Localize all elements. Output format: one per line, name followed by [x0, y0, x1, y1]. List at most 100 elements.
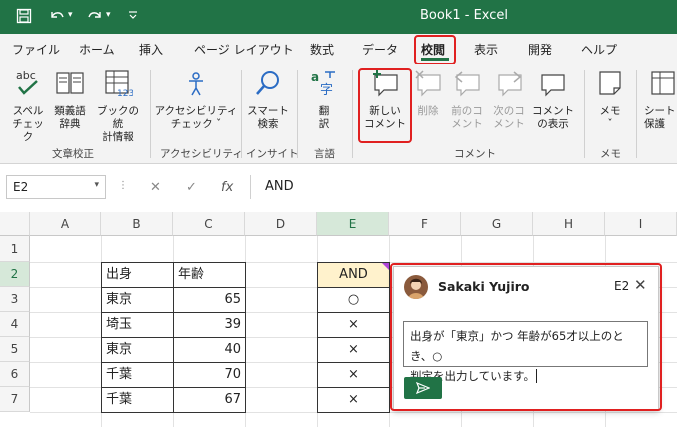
- tab-page-layout[interactable]: ページ レイアウト: [194, 41, 294, 58]
- enter-icon[interactable]: ✓: [186, 180, 197, 195]
- row-header[interactable]: 1: [0, 236, 30, 262]
- column-header[interactable]: I: [605, 212, 677, 236]
- svg-text:abc: abc: [16, 69, 36, 82]
- ribbon-tabs: ファイル ホーム 挿入 ページ レイアウト 数式 データ 校閲 表示 開発 ヘル…: [0, 34, 677, 64]
- cancel-icon[interactable]: ✕: [150, 180, 161, 195]
- notes-button[interactable]: メモ ˇ: [592, 68, 628, 131]
- accessibility-icon: [154, 68, 238, 102]
- name-box-dropdown-icon[interactable]: ▾: [94, 180, 99, 190]
- translate-label-1: 翻: [318, 105, 330, 117]
- selected-cell-e2[interactable]: AND: [317, 262, 390, 288]
- judge-cell[interactable]: ×: [317, 337, 390, 363]
- tab-data[interactable]: データ: [362, 41, 398, 58]
- select-all-corner[interactable]: [0, 212, 30, 236]
- group-label-accessibility: アクセシビリティ: [160, 148, 243, 160]
- table-cell-age[interactable]: 40: [173, 337, 246, 363]
- delete-comment-button[interactable]: 削除: [410, 68, 446, 118]
- tab-formulas[interactable]: 数式: [310, 41, 334, 58]
- column-header[interactable]: B: [101, 212, 173, 236]
- insert-function-icon[interactable]: fx: [221, 180, 233, 195]
- previous-comment-button[interactable]: 前のコ メント: [448, 68, 486, 131]
- next-comment-label-2: メント: [493, 118, 525, 130]
- row-header[interactable]: 5: [0, 337, 30, 362]
- table-cell-age[interactable]: 39: [173, 312, 246, 338]
- formula-input[interactable]: AND: [250, 175, 677, 199]
- judge-cell[interactable]: ×: [317, 362, 390, 388]
- row-header[interactable]: 4: [0, 312, 30, 337]
- table-cell-age[interactable]: 65: [173, 287, 246, 313]
- svg-text:字: 字: [320, 83, 333, 98]
- row-header[interactable]: 3: [0, 287, 30, 312]
- next-comment-icon: [490, 68, 528, 102]
- group-label-notes: メモ: [600, 148, 621, 160]
- accessibility-check-button[interactable]: アクセシビリティ チェック ˇ: [154, 68, 238, 131]
- ribbon-separator: [636, 70, 637, 158]
- delete-comment-icon: [410, 68, 446, 102]
- thesaurus-label-1: 類義語: [54, 105, 86, 117]
- tab-view[interactable]: 表示: [474, 41, 498, 58]
- table-cell-origin[interactable]: 東京: [101, 287, 174, 313]
- protect-sheet-button[interactable]: シート 保護: [644, 68, 677, 131]
- column-header[interactable]: G: [461, 212, 533, 236]
- redo-icon[interactable]: [86, 8, 104, 28]
- protect-sheet-label-2: 保護: [644, 118, 665, 130]
- thesaurus-button[interactable]: 類義語 辞典: [50, 68, 90, 131]
- column-header[interactable]: H: [533, 212, 605, 236]
- workbook-statistics-button[interactable]: 123 ブックの統 計情報: [92, 68, 144, 144]
- name-box-value: E2: [13, 180, 29, 194]
- column-header[interactable]: A: [30, 212, 101, 236]
- next-comment-label-1: 次のコ: [493, 105, 525, 117]
- column-header[interactable]: D: [245, 212, 317, 236]
- column-header[interactable]: E: [317, 212, 389, 236]
- table-cell-origin[interactable]: 千葉: [101, 362, 174, 388]
- ribbon-separator: [150, 70, 151, 158]
- ribbon-separator: [352, 70, 353, 158]
- table-cell-origin[interactable]: 千葉: [101, 387, 174, 413]
- comment-indicator-icon: [382, 263, 389, 270]
- tab-home[interactable]: ホーム: [79, 41, 115, 58]
- judge-cell[interactable]: ×: [317, 312, 390, 338]
- name-box[interactable]: E2 ▾: [6, 175, 106, 199]
- column-header[interactable]: C: [173, 212, 245, 236]
- workbook-statistics-icon: 123: [92, 68, 144, 102]
- table-header-age[interactable]: 年齢: [173, 262, 246, 288]
- delete-comment-label: 削除: [417, 105, 439, 117]
- column-header[interactable]: F: [389, 212, 461, 236]
- save-icon[interactable]: [16, 8, 32, 28]
- table-header-origin[interactable]: 出身: [101, 262, 174, 288]
- show-comments-icon: [530, 68, 576, 102]
- tab-insert[interactable]: 挿入: [139, 41, 163, 58]
- table-cell-age[interactable]: 67: [173, 387, 246, 413]
- ribbon-separator: [297, 70, 298, 158]
- group-label-insights: インサイト: [246, 148, 299, 160]
- spell-check-button[interactable]: abc スペル チェック: [8, 68, 48, 144]
- formula-bar: E2 ▾ ⋮ ✕ ✓ fx AND: [0, 168, 677, 206]
- previous-comment-label-1: 前のコ: [451, 105, 483, 117]
- redo-dropdown-icon[interactable]: ▾: [106, 10, 111, 20]
- magnifier-icon: [246, 68, 290, 102]
- judge-cell[interactable]: ○: [317, 287, 390, 313]
- customize-toolbar-icon[interactable]: [128, 9, 138, 24]
- row-header[interactable]: 6: [0, 362, 30, 387]
- judge-cell[interactable]: ×: [317, 387, 390, 413]
- tab-file[interactable]: ファイル: [12, 41, 60, 58]
- show-comments-button[interactable]: コメント の表示: [530, 68, 576, 131]
- table-cell-origin[interactable]: 埼玉: [101, 312, 174, 338]
- translate-button[interactable]: a字 翻 訳: [306, 68, 342, 131]
- row-header[interactable]: 2: [0, 262, 30, 287]
- table-cell-origin[interactable]: 東京: [101, 337, 174, 363]
- protect-sheet-icon: [648, 68, 677, 102]
- tab-help[interactable]: ヘルプ: [581, 41, 617, 58]
- table-cell-age[interactable]: 70: [173, 362, 246, 388]
- svg-text:a: a: [311, 70, 319, 84]
- undo-dropdown-icon[interactable]: ▾: [68, 10, 73, 20]
- undo-icon[interactable]: [48, 8, 66, 28]
- title-bar: ▾ ▾ Book1 - Excel: [0, 0, 677, 34]
- tab-developer[interactable]: 開発: [528, 41, 552, 58]
- smart-lookup-button[interactable]: スマート 検索: [246, 68, 290, 131]
- thesaurus-label-2: 辞典: [59, 118, 81, 130]
- workbook-statistics-label-2: 計情報: [102, 131, 134, 143]
- next-comment-button[interactable]: 次のコ メント: [490, 68, 528, 131]
- row-header[interactable]: 7: [0, 387, 30, 412]
- ribbon-separator: [241, 70, 242, 158]
